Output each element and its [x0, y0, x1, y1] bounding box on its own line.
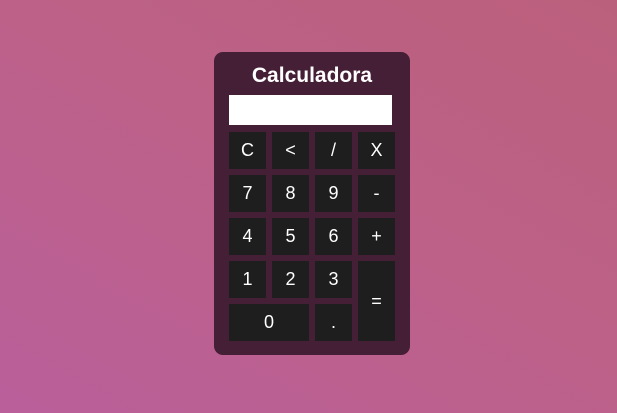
digit-5-button[interactable]: 5 [272, 218, 309, 255]
digit-9-button[interactable]: 9 [315, 175, 352, 212]
digit-1-button[interactable]: 1 [229, 261, 266, 298]
digit-0-button[interactable]: 0 [229, 304, 309, 341]
calculator-display[interactable] [229, 95, 392, 125]
divide-button[interactable]: / [315, 132, 352, 169]
digit-4-button[interactable]: 4 [229, 218, 266, 255]
backspace-button[interactable]: < [272, 132, 309, 169]
digit-3-button[interactable]: 3 [315, 261, 352, 298]
equals-button[interactable]: = [358, 261, 395, 341]
decimal-button[interactable]: . [315, 304, 352, 341]
multiply-button[interactable]: X [358, 132, 395, 169]
plus-button[interactable]: + [358, 218, 395, 255]
calculator-panel: Calculadora C < / X 7 8 9 - 4 5 6 + 1 2 … [214, 52, 410, 355]
digit-2-button[interactable]: 2 [272, 261, 309, 298]
calculator-title: Calculadora [251, 64, 373, 87]
clear-button[interactable]: C [229, 132, 266, 169]
minus-button[interactable]: - [358, 175, 395, 212]
digit-6-button[interactable]: 6 [315, 218, 352, 255]
digit-8-button[interactable]: 8 [272, 175, 309, 212]
digit-7-button[interactable]: 7 [229, 175, 266, 212]
